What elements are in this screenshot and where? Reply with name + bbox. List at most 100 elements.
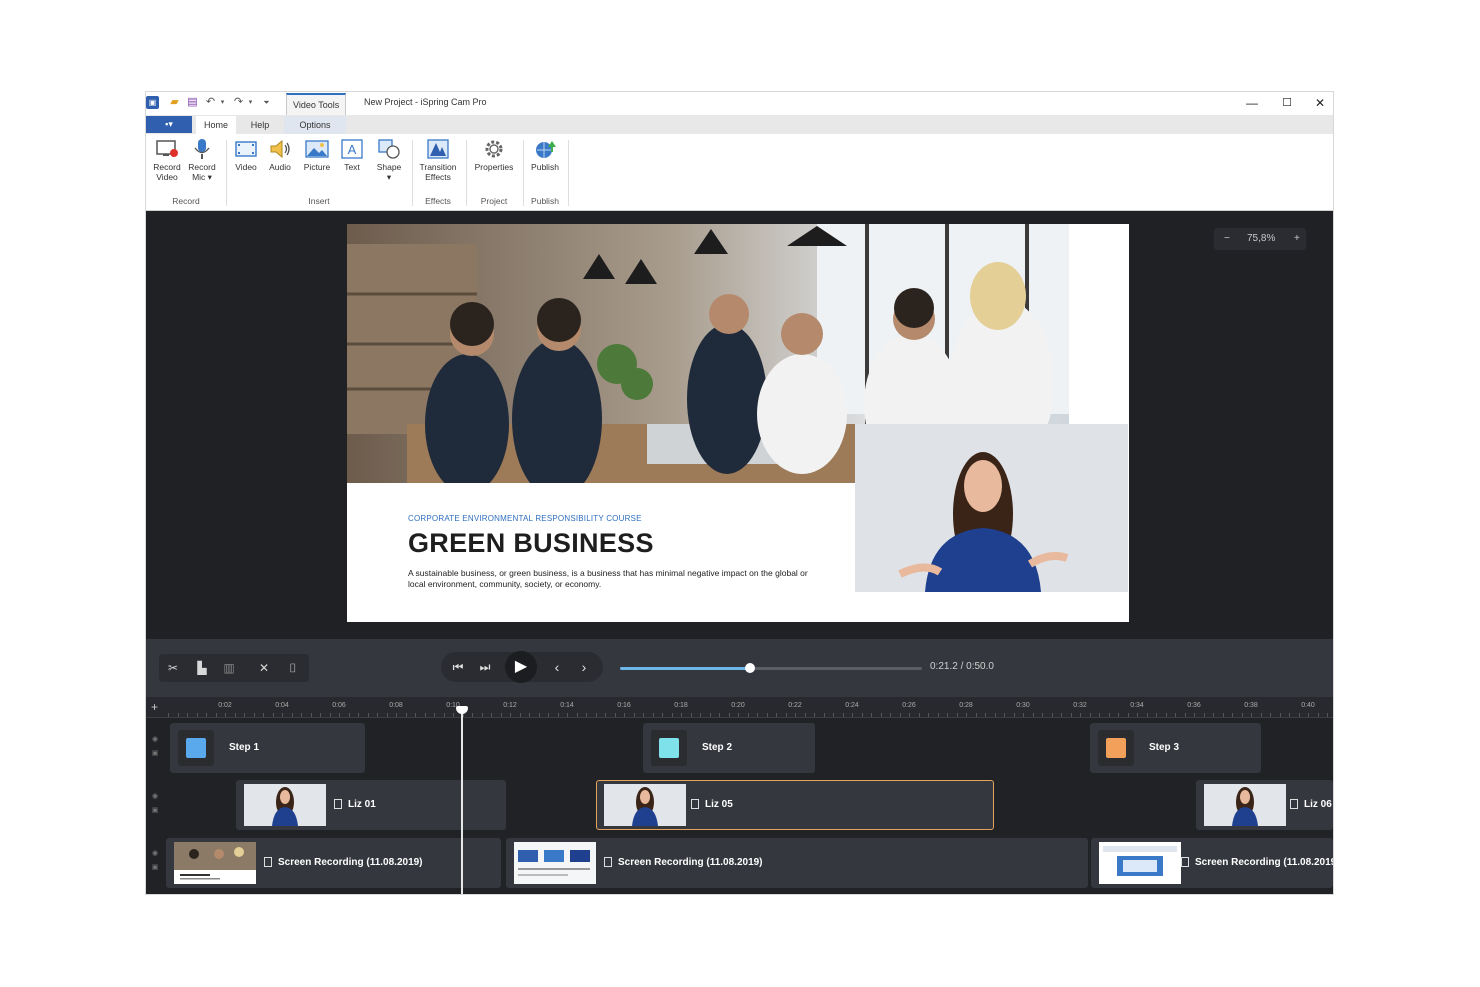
ruler-tick-label: 0:12 [503, 702, 517, 709]
video-clip[interactable]: Liz 01 [236, 780, 506, 830]
screen-recording-clip[interactable]: Screen Recording (11.08.2019) [506, 838, 1088, 888]
ruler-minor-tick [871, 713, 872, 717]
ruler-minor-tick [282, 713, 283, 717]
playback-progress-track[interactable] [620, 663, 922, 673]
lock-icon[interactable]: ▣ [151, 863, 159, 872]
ruler-minor-tick [1232, 713, 1233, 717]
playback-scrubber-knob[interactable] [744, 663, 755, 673]
edit-tools-group: ✂ ▙ ▥ ✕ ⌷ [159, 654, 309, 682]
record-mic-button[interactable]: Record Mic ▾ [184, 138, 220, 182]
video-clip-selected[interactable]: Liz 05 [596, 780, 994, 830]
publish-globe-icon [536, 141, 556, 158]
remove-icon[interactable]: ✕ [254, 658, 274, 678]
insert-shape-label: Shape [376, 162, 402, 172]
next-frame-icon[interactable]: › [574, 657, 594, 677]
insert-audio-button[interactable]: Audio [264, 138, 296, 172]
ruler-minor-tick [918, 713, 920, 717]
ruler-minor-tick [538, 713, 540, 717]
undo-dropdown-icon[interactable]: ▾ [216, 96, 229, 109]
ruler-minor-tick [1222, 713, 1224, 717]
insert-shape-button[interactable]: Shape ▾ [372, 138, 406, 182]
presenter-video-overlay [855, 424, 1128, 592]
ruler-minor-tick [358, 713, 359, 717]
step-clip[interactable]: Step 2 [643, 723, 815, 773]
redo-dropdown-icon[interactable]: ▾ [244, 96, 257, 109]
timeline-ruler[interactable]: + 0:02 0:04 0:06 0:08 0:10 0:12 0:14 0:16 0:18 0:… [146, 697, 1333, 718]
ruler-minor-tick [567, 713, 568, 717]
visibility-eye-icon[interactable]: ◉ [151, 792, 159, 801]
file-menu-button[interactable]: ▪▾ [146, 116, 192, 133]
ruler-minor-tick [320, 713, 321, 717]
group-separator [412, 140, 413, 206]
step-color-square [186, 738, 206, 758]
close-icon[interactable]: ✕ [1311, 95, 1329, 111]
customize-toolbar-icon[interactable]: ⏷ [260, 96, 273, 109]
add-track-icon[interactable]: + [151, 700, 158, 714]
presenter-thumbnail [604, 784, 686, 826]
video-clip[interactable]: Liz 06 [1196, 780, 1333, 830]
context-tab-video-tools[interactable]: Video Tools [286, 93, 347, 116]
save-icon[interactable]: ▤ [186, 96, 199, 109]
film-icon [1181, 857, 1189, 868]
tab-help[interactable]: Help [240, 116, 280, 134]
play-button[interactable]: ▶ [505, 651, 537, 683]
picture-icon [305, 140, 329, 158]
title-bar: ▣ ▰ ▤ ↶ ▾ ↷ ▾ ⏷ Video Tools New Project … [146, 92, 1333, 116]
zoom-control: − 75,8% + [1214, 228, 1306, 250]
app-icon: ▣ [146, 96, 159, 109]
ruler-minor-tick [367, 713, 369, 717]
ruler-minor-tick [168, 713, 169, 717]
ruler-minor-tick [595, 713, 597, 717]
record-video-button[interactable]: Record Video [150, 138, 184, 182]
insert-shape-dropdown-icon: ▾ [386, 172, 392, 182]
film-icon [264, 857, 272, 868]
zoom-out-button[interactable]: − [1224, 228, 1230, 250]
properties-button[interactable]: Properties [468, 138, 520, 172]
maximize-icon[interactable]: ☐ [1278, 95, 1296, 111]
insert-video-button[interactable]: Video [230, 138, 262, 172]
minimize-icon[interactable]: — [1243, 95, 1261, 111]
ruler-minor-tick [405, 713, 407, 717]
open-folder-icon[interactable]: ▰ [168, 96, 181, 109]
lock-icon[interactable]: ▣ [151, 806, 159, 815]
skip-to-start-icon[interactable]: ⏮ [448, 657, 468, 677]
step-clip[interactable]: Step 1 [170, 723, 365, 773]
screen-recording-clip[interactable]: Screen Recording (11.08.2019) [166, 838, 501, 888]
ruler-minor-tick [814, 713, 815, 717]
tab-home[interactable]: Home [196, 116, 236, 134]
step-label: Step 2 [702, 742, 733, 753]
publish-label: Publish [531, 162, 559, 172]
insert-text-button[interactable]: A Text [337, 138, 367, 172]
publish-button[interactable]: Publish [526, 138, 564, 172]
lock-icon[interactable]: ▣ [151, 749, 159, 758]
ruler-minor-tick [1165, 713, 1167, 717]
cut-icon[interactable]: ✂ [163, 658, 183, 678]
visibility-eye-icon[interactable]: ◉ [151, 849, 159, 858]
insert-picture-label: Picture [303, 162, 331, 172]
ruler-minor-tick [947, 713, 948, 717]
crop-icon[interactable]: ⌷ [283, 658, 303, 678]
tab-options[interactable]: Options [284, 116, 346, 134]
zoom-in-button[interactable]: + [1294, 228, 1300, 250]
visibility-eye-icon[interactable]: ◉ [151, 735, 159, 744]
previous-frame-icon[interactable]: ‹ [547, 657, 567, 677]
ruler-minor-tick [510, 713, 511, 717]
film-icon [691, 799, 699, 810]
ruler-minor-tick [1251, 713, 1252, 717]
ruler-minor-tick [605, 713, 606, 717]
insert-picture-button[interactable]: Picture [299, 138, 335, 172]
ruler-minor-tick [1213, 713, 1214, 717]
delete-icon[interactable]: ▥ [219, 658, 239, 678]
skip-to-end-icon[interactable]: ⏭ [475, 657, 495, 677]
ruler-minor-tick [1099, 713, 1100, 717]
transition-effects-button[interactable]: Transition Effects [414, 138, 462, 182]
step-clip[interactable]: Step 3 [1090, 723, 1261, 773]
screen-recording-clip[interactable]: Screen Recording (11.08.2019) [1091, 838, 1333, 888]
ruler-tick-label: 0:38 [1244, 702, 1258, 709]
paste-icon[interactable]: ▙ [192, 658, 212, 678]
ruler-minor-tick [833, 713, 834, 717]
ruler-minor-tick [890, 713, 891, 717]
ruler-minor-tick [766, 713, 768, 717]
ruler-minor-tick [377, 713, 378, 717]
playhead-line[interactable] [461, 707, 463, 894]
